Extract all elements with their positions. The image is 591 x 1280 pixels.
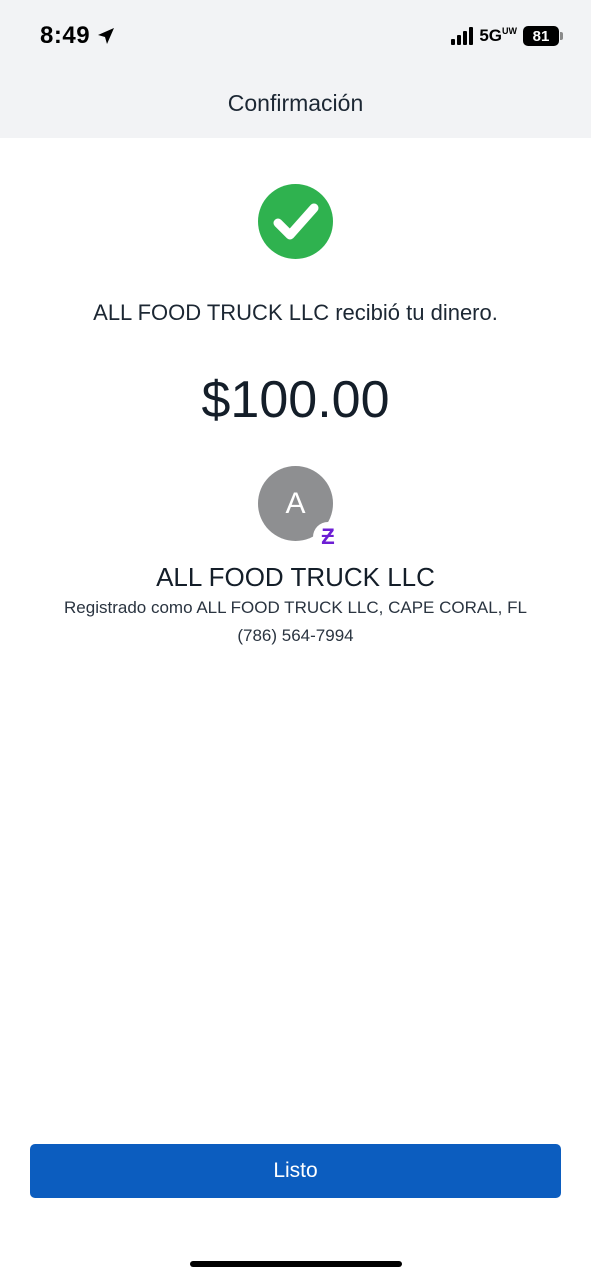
- network-type: 5GUW: [479, 26, 517, 46]
- confirmation-message: ALL FOOD TRUCK LLC recibió tu dinero.: [93, 300, 498, 325]
- network-suffix: UW: [502, 26, 517, 36]
- recipient-registration: Registrado como ALL FOOD TRUCK LLC, CAPE…: [64, 598, 527, 617]
- confirmation-screen: 8:49 5GUW 81 Confirmación ALL FOOD TRUCK…: [0, 0, 591, 1280]
- checkmark-icon: [258, 184, 333, 259]
- network-label: 5G: [479, 26, 502, 45]
- status-time: 8:49: [40, 22, 116, 50]
- home-indicator[interactable]: [190, 1261, 402, 1267]
- status-indicators: 5GUW 81: [451, 26, 563, 46]
- status-time-text: 8:49: [40, 22, 91, 49]
- zelle-icon: Ƶ: [313, 522, 343, 552]
- recipient-phone: (786) 564-7994: [237, 626, 354, 645]
- location-arrow-icon: [98, 28, 115, 44]
- battery-icon: 81: [523, 26, 563, 46]
- signal-icon: [451, 27, 474, 45]
- page-title: Confirmación: [227, 90, 364, 116]
- recipient-name: ALL FOOD TRUCK LLC: [156, 562, 435, 592]
- header-area: 8:49 5GUW 81 Confirmación: [0, 0, 591, 138]
- avatar-initial: A: [285, 486, 306, 520]
- battery-level: 81: [523, 26, 559, 46]
- payment-amount: $100.00: [201, 371, 390, 429]
- done-button[interactable]: Listo: [30, 1144, 561, 1198]
